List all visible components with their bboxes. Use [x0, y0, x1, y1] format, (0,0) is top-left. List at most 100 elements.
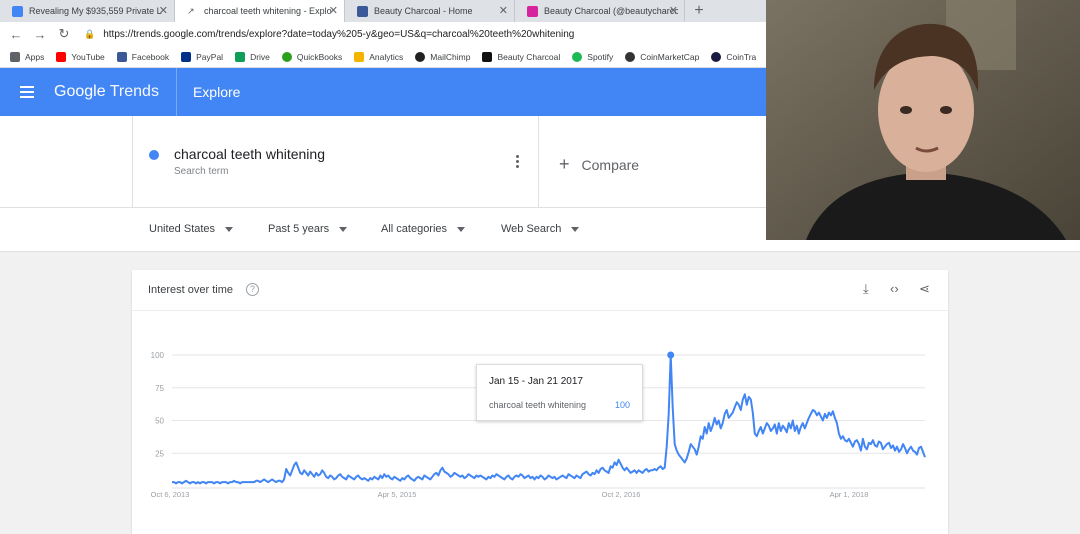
url-text: https://trends.google.com/trends/explore…	[103, 28, 575, 40]
bookmark-label: MailChimp	[430, 51, 471, 62]
bookmark-drive[interactable]: Drive	[235, 51, 270, 62]
quickbooks-icon	[281, 51, 292, 62]
logo-trends: Trends	[109, 83, 159, 100]
docs-icon	[12, 5, 23, 17]
mailchimp-icon	[415, 51, 426, 62]
reload-icon[interactable]: ↻	[52, 26, 76, 42]
bookmark-quickbooks[interactable]: QuickBooks	[281, 51, 343, 62]
bookmark-label: YouTube	[71, 51, 105, 62]
paypal-icon	[181, 51, 192, 62]
new-tab-button[interactable]: +	[685, 0, 713, 22]
analytics-icon	[354, 51, 365, 62]
bookmark-youtube[interactable]: YouTube	[56, 51, 105, 62]
tab-title: charcoal teeth whitening - Explo	[204, 6, 332, 16]
bookmark-label: QuickBooks	[296, 51, 343, 62]
region-dropdown[interactable]: United States	[149, 223, 234, 235]
card-title: Interest over time	[148, 284, 233, 296]
close-icon[interactable]: ✕	[329, 4, 338, 17]
chart-tooltip: Jan 15 - Jan 21 2017 charcoal teeth whit…	[476, 364, 643, 421]
download-icon[interactable]: ⤓	[863, 281, 869, 297]
close-icon[interactable]: ✕	[499, 4, 508, 17]
caret-down-icon	[225, 226, 234, 232]
google-trends-logo[interactable]: Google Trends	[54, 83, 159, 101]
dropdown-value: All categories	[381, 223, 448, 235]
caret-down-icon	[571, 226, 580, 232]
x-tick-label: Oct 2, 2016	[602, 490, 641, 499]
browser-tab-3[interactable]: Beauty Charcoal - Home ✕	[345, 0, 515, 22]
time-range-dropdown[interactable]: Past 5 years	[268, 223, 348, 235]
hamburger-menu-icon[interactable]	[20, 86, 34, 98]
compare-button[interactable]: + Compare	[559, 154, 639, 175]
bookmark-label: PayPal	[196, 51, 224, 62]
webcam-overlay	[766, 0, 1080, 240]
back-icon[interactable]: ←	[4, 27, 28, 42]
bookmark-label: Facebook	[131, 51, 170, 62]
bookmark-label: CoinMarketCap	[640, 51, 700, 62]
dropdown-value: Past 5 years	[268, 223, 330, 235]
presenter-video-frame	[766, 0, 1080, 240]
bookmark-label: Apps	[25, 51, 45, 62]
tab-title: Revealing My $935,559 Private L	[29, 6, 162, 16]
apps-grid-icon	[10, 51, 20, 62]
more-options-icon[interactable]	[516, 155, 519, 168]
bookmark-analytics[interactable]: Analytics	[354, 51, 403, 62]
term-color-dot	[149, 150, 159, 160]
bookmark-label: Beauty Charcoal	[497, 51, 561, 62]
forward-icon[interactable]: →	[28, 27, 52, 42]
dropdown-value: Web Search	[501, 223, 562, 235]
bookmark-label: CoinTra	[726, 51, 757, 62]
search-type-dropdown[interactable]: Web Search	[501, 223, 580, 235]
search-term-type: Search term	[174, 166, 229, 177]
compare-label: Compare	[581, 156, 640, 173]
y-tick-label: 100	[151, 351, 165, 360]
category-dropdown[interactable]: All categories	[381, 223, 466, 235]
tooltip-date: Jan 15 - Jan 21 2017	[489, 376, 583, 387]
bookmark-apps[interactable]: Apps	[10, 51, 45, 62]
logo-google: Google	[54, 83, 106, 100]
dropdown-value: United States	[149, 223, 216, 235]
bookmark-paypal[interactable]: PayPal	[181, 51, 224, 62]
search-term-card[interactable]: charcoal teeth whitening Search term	[132, 116, 539, 208]
youtube-icon	[56, 51, 67, 62]
x-tick-label: Apr 1, 2018	[830, 490, 869, 499]
bookmark-cointra[interactable]: CoinTra	[711, 51, 757, 62]
tooltip-value: 100	[614, 400, 630, 410]
browser-tab-4[interactable]: Beauty Charcoal (@beautycharco ✕	[515, 0, 685, 22]
interest-line-chart[interactable]: 100 75 50 25 Oct 6, 2013 Apr 5, 2015 Oct 2, 2…	[132, 311, 948, 534]
bookmark-label: Drive	[250, 51, 270, 62]
trends-icon: ↗	[187, 5, 195, 16]
help-icon[interactable]: ?	[246, 283, 259, 296]
facebook-icon	[116, 51, 127, 62]
bookmark-beauty-charcoal[interactable]: Beauty Charcoal	[482, 51, 561, 62]
page-background	[948, 252, 1080, 534]
coinmarketcap-icon	[625, 51, 636, 62]
close-icon[interactable]: ✕	[159, 4, 168, 17]
close-icon[interactable]: ✕	[669, 4, 678, 17]
bookmark-spotify[interactable]: Spotify	[572, 51, 613, 62]
x-tick-label: Oct 6, 2013	[151, 490, 190, 499]
embed-icon[interactable]: ‹›	[890, 281, 899, 296]
caret-down-icon	[457, 226, 466, 232]
x-tick-label: Apr 5, 2015	[378, 490, 417, 499]
beauty-charcoal-icon	[482, 51, 493, 62]
x-axis-ticks: Oct 6, 2013 Apr 5, 2015 Oct 2, 2016 Apr 1, …	[151, 490, 869, 499]
bookmark-mailchimp[interactable]: MailChimp	[415, 51, 471, 62]
y-tick-label: 75	[155, 384, 164, 393]
browser-tab-2[interactable]: ↗ charcoal teeth whitening - Explo ✕	[175, 0, 345, 22]
y-tick-label: 50	[155, 417, 164, 426]
plus-icon: +	[559, 154, 570, 174]
bookmark-facebook[interactable]: Facebook	[116, 51, 170, 62]
page-title: Explore	[192, 84, 241, 100]
cointracking-icon	[711, 51, 722, 62]
instagram-icon	[527, 5, 538, 17]
share-icon[interactable]: ⋖	[919, 281, 930, 297]
tooltip-term: charcoal teeth whitening	[489, 400, 587, 410]
facebook-icon	[357, 5, 368, 17]
drive-icon	[235, 51, 246, 62]
header-divider	[175, 68, 177, 116]
tab-title: Beauty Charcoal - Home	[374, 6, 473, 16]
bookmark-coinmarketcap[interactable]: CoinMarketCap	[625, 51, 700, 62]
lock-icon: 🔒	[84, 28, 96, 39]
browser-tab-1[interactable]: Revealing My $935,559 Private L ✕	[0, 0, 175, 22]
y-tick-label: 25	[155, 449, 164, 458]
